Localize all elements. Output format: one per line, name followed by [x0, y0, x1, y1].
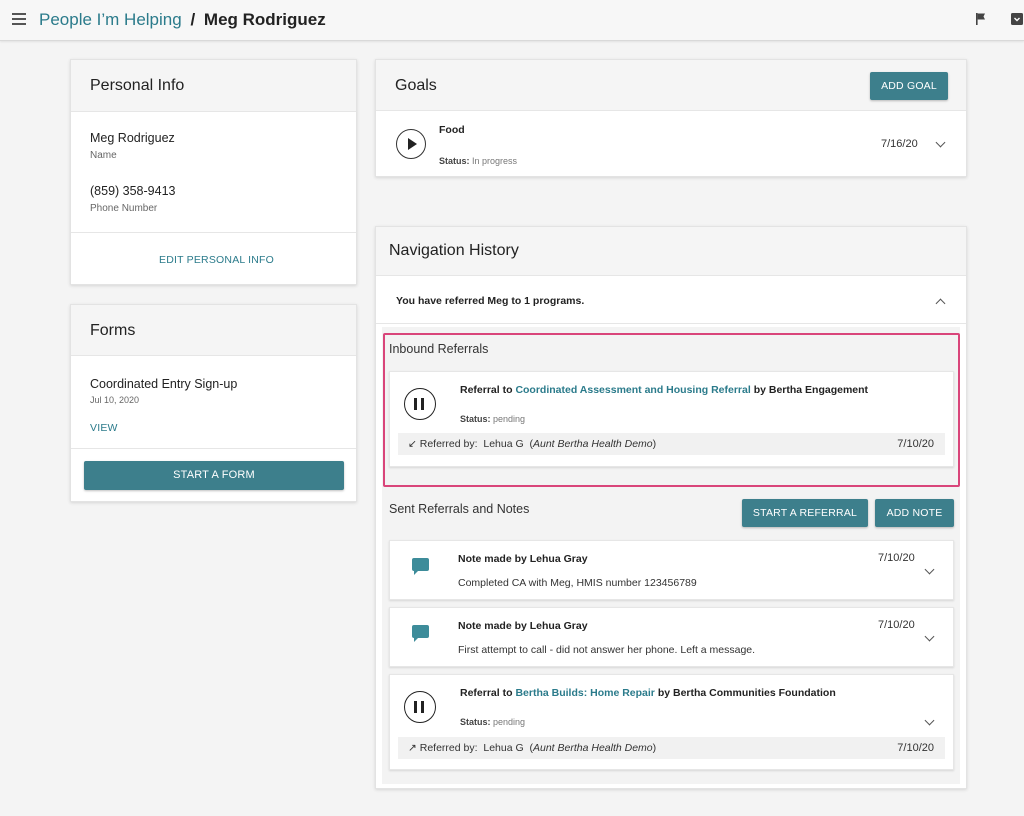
chevron-up-icon[interactable] — [935, 298, 946, 309]
start-referral-button[interactable]: START A REFERRAL — [742, 499, 868, 527]
form-date: Jul 10, 2020 — [90, 395, 140, 405]
forms-title: Forms — [90, 322, 136, 339]
add-note-button[interactable]: ADD NOTE — [875, 499, 954, 527]
navigation-history-title: Navigation History — [389, 242, 519, 259]
divider — [71, 232, 356, 233]
chevron-down-icon[interactable] — [924, 715, 935, 726]
forms-card: Forms Coordinated Entry Sign-up Jul 10, … — [70, 304, 357, 502]
arrow-up-right-icon: ↗ — [408, 742, 417, 754]
chevron-down-icon[interactable] — [935, 137, 946, 148]
referral-title: Referral to Bertha Builds: Home Repair b… — [460, 687, 836, 699]
referral-status: Status: pending — [460, 717, 526, 727]
name-label: Name — [90, 150, 117, 161]
archive-icon[interactable] — [1010, 12, 1024, 26]
note-text: First attempt to call - did not answer h… — [458, 644, 756, 656]
name-value: Meg Rodriguez — [90, 131, 175, 145]
add-goal-button[interactable]: ADD GOAL — [870, 72, 948, 100]
goals-card: Goals ADD GOAL Food Status: In progress … — [375, 59, 967, 177]
navigation-history-card: Navigation History You have referred Meg… — [375, 226, 967, 789]
sent-referral-card[interactable]: Referral to Bertha Builds: Home Repair b… — [389, 674, 954, 770]
goal-name: Food — [439, 124, 465, 136]
start-form-button[interactable]: START A FORM — [84, 461, 344, 490]
goal-status: Status: In progress — [439, 156, 518, 166]
goal-date: 7/16/20 — [881, 138, 918, 150]
referral-date: 7/10/20 — [897, 742, 934, 754]
sent-referrals-section: Sent Referrals and Notes START A REFERRA… — [382, 491, 960, 784]
page-title: Meg Rodriguez — [203, 10, 326, 29]
edit-personal-info-button[interactable]: EDIT PERSONAL INFO — [159, 254, 274, 266]
navigation-history-header: Navigation History — [376, 227, 966, 276]
divider — [376, 323, 966, 324]
play-icon — [396, 129, 426, 159]
referral-program-link[interactable]: Bertha Builds: Home Repair — [515, 687, 654, 699]
phone-value: (859) 358-9413 — [90, 184, 176, 198]
comment-icon — [412, 625, 429, 642]
form-name: Coordinated Entry Sign-up — [90, 377, 238, 391]
phone-label: Phone Number — [90, 203, 158, 214]
comment-icon — [412, 558, 429, 575]
chevron-down-icon[interactable] — [924, 631, 935, 642]
pause-icon — [404, 691, 436, 723]
note-date: 7/10/20 — [878, 619, 915, 631]
top-app-bar: People I’m Helping / Meg Rodriguez — [0, 0, 1024, 41]
referred-by-row: ↗ Referred by: Lehua G (Aunt Bertha Heal… — [398, 737, 945, 759]
flag-icon[interactable] — [974, 12, 988, 26]
referral-summary: You have referred Meg to 1 programs. — [396, 295, 585, 307]
divider — [71, 448, 356, 449]
personal-info-card: Personal Info Meg Rodriguez Name (859) 3… — [70, 59, 357, 285]
breadcrumb-separator: / — [190, 10, 196, 29]
note-card[interactable]: Note made by Lehua Gray 7/10/20 Complete… — [389, 540, 954, 600]
goals-header: Goals ADD GOAL — [376, 60, 966, 111]
note-card[interactable]: Note made by Lehua Gray 7/10/20 First at… — [389, 607, 954, 667]
referred-by-text: ↗ Referred by: Lehua G (Aunt Bertha Heal… — [408, 742, 657, 754]
sent-referrals-title: Sent Referrals and Notes — [389, 502, 530, 516]
note-author: Note made by Lehua Gray — [458, 553, 588, 565]
note-text: Completed CA with Meg, HMIS number 12345… — [458, 577, 697, 589]
note-date: 7/10/20 — [878, 552, 915, 564]
breadcrumb-people-link[interactable]: People I’m Helping — [39, 10, 182, 29]
personal-info-header: Personal Info — [71, 60, 356, 112]
goals-title: Goals — [395, 77, 437, 94]
view-form-button[interactable]: VIEW — [90, 422, 118, 434]
personal-info-title: Personal Info — [90, 77, 185, 94]
note-author: Note made by Lehua Gray — [458, 620, 588, 632]
forms-header: Forms — [71, 305, 356, 356]
menu-icon[interactable] — [12, 13, 26, 25]
breadcrumb: People I’m Helping / Meg Rodriguez — [39, 10, 326, 30]
inbound-referrals-highlight — [383, 333, 960, 487]
chevron-down-icon[interactable] — [924, 564, 935, 575]
